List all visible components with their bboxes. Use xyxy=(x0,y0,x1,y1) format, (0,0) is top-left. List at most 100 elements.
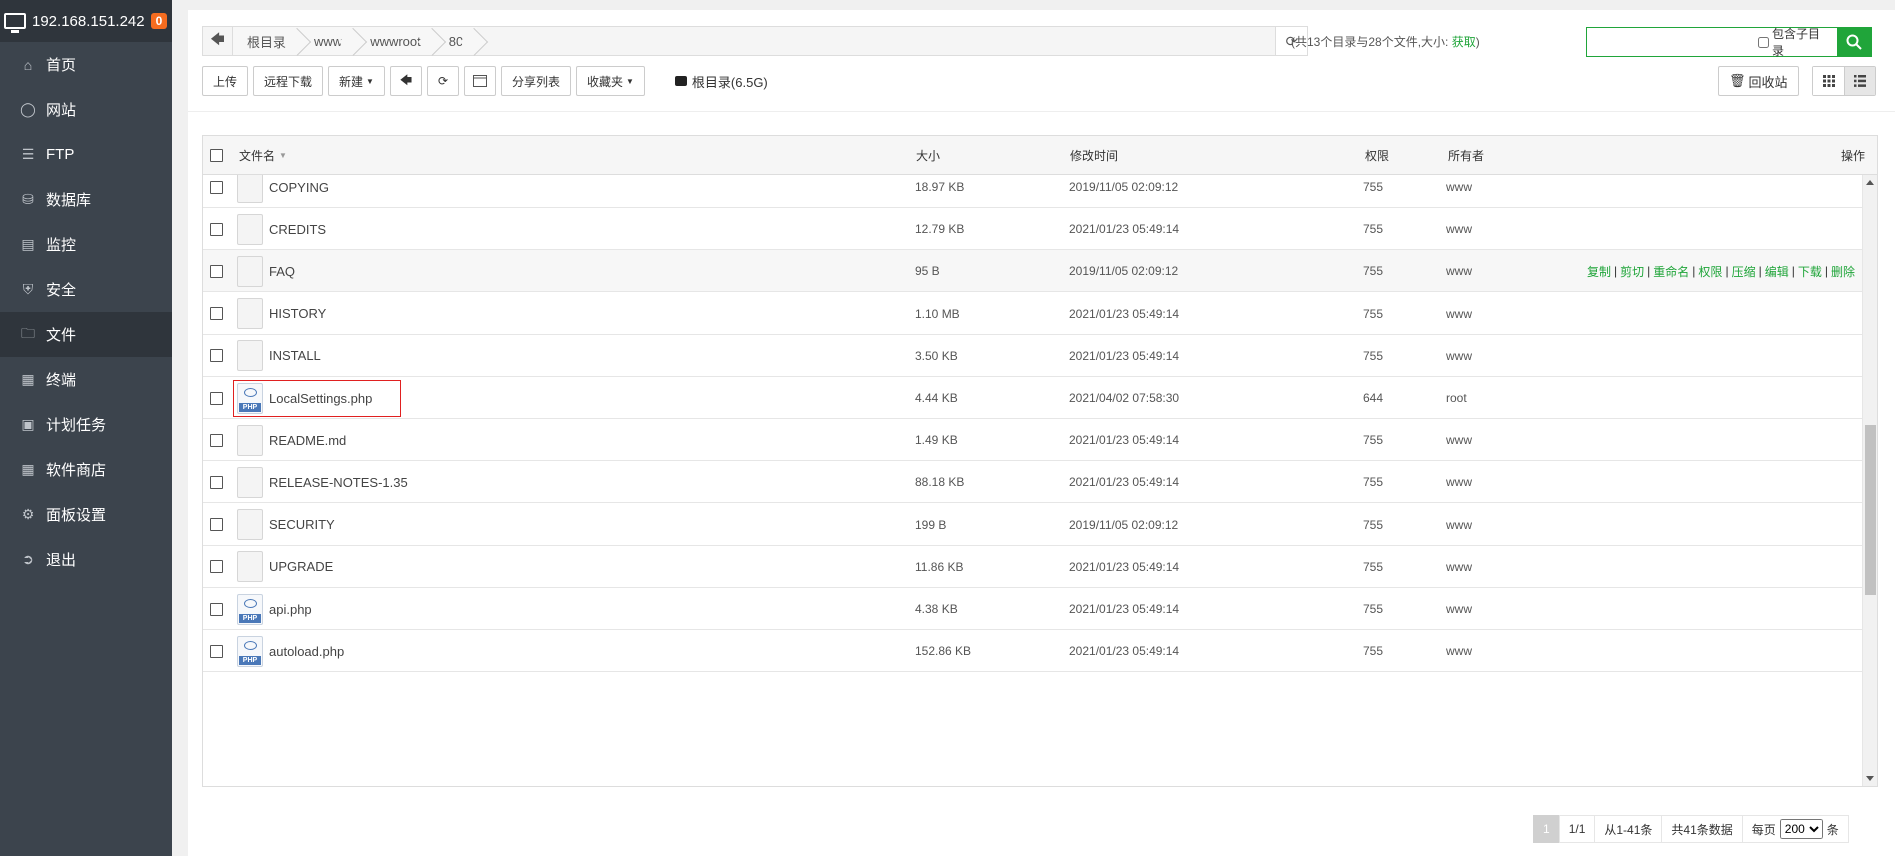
table-row[interactable]: FAQ 95 B 2019/11/05 02:09:12 755 www 复制 | 剪切 | 重命… xyxy=(203,250,1863,293)
recycle-bin-button[interactable]: 🗑 回收站 xyxy=(1718,66,1799,96)
back-button[interactable]: 🡄 xyxy=(389,66,422,96)
header-owner[interactable]: 所有者 xyxy=(1448,136,1484,175)
table-row[interactable]: INSTALL 3.50 KB 2021/01/23 05:49:14 755 www xyxy=(203,335,1863,377)
sidebar-item-8[interactable]: ▣ 计划任务 xyxy=(0,402,172,447)
file-name[interactable]: CREDITS xyxy=(269,222,326,237)
row-action-6[interactable]: 下载 xyxy=(1798,263,1822,280)
scroll-thumb[interactable] xyxy=(1865,425,1876,595)
terminal-button[interactable] xyxy=(463,66,496,96)
file-perm[interactable]: 755 xyxy=(1363,419,1383,461)
file-name[interactable]: autoload.php xyxy=(269,644,344,659)
breadcrumb-item[interactable]: wwwroot xyxy=(356,27,435,55)
row-action-3[interactable]: 权限 xyxy=(1698,263,1722,280)
table-row[interactable]: PHP api.php 4.38 KB 2021/01/23 05:49:14 755 w… xyxy=(203,588,1863,630)
sidebar-item-3[interactable]: ⛁ 数据库 xyxy=(0,177,172,222)
file-owner[interactable]: www xyxy=(1446,293,1472,335)
upload-button[interactable]: 上传 xyxy=(202,66,249,96)
file-owner[interactable]: www xyxy=(1446,630,1472,672)
row-checkbox[interactable] xyxy=(210,391,223,405)
row-action-5[interactable]: 编辑 xyxy=(1765,263,1789,280)
row-checkbox[interactable] xyxy=(210,518,223,532)
file-name[interactable]: INSTALL xyxy=(269,348,321,363)
row-action-4[interactable]: 压缩 xyxy=(1732,263,1756,280)
sidebar-item-1[interactable]: ◯ 网站 xyxy=(0,87,172,132)
page-current[interactable]: 1 xyxy=(1533,815,1560,843)
row-checkbox[interactable] xyxy=(210,180,223,194)
row-checkbox[interactable] xyxy=(210,222,223,236)
row-checkbox[interactable] xyxy=(210,264,223,278)
file-perm[interactable]: 755 xyxy=(1363,546,1383,588)
disk-selector[interactable]: 根目录(6.5G) xyxy=(674,72,768,91)
row-checkbox[interactable] xyxy=(210,349,223,363)
sidebar-item-9[interactable]: ▦ 软件商店 xyxy=(0,447,172,492)
sidebar-item-6[interactable]: 🗀 文件 xyxy=(0,312,172,357)
file-name[interactable]: UPGRADE xyxy=(269,559,333,574)
file-name[interactable]: README.md xyxy=(269,433,346,448)
file-owner[interactable]: www xyxy=(1446,175,1472,208)
file-perm[interactable]: 755 xyxy=(1363,461,1383,503)
include-subdir-checkbox[interactable] xyxy=(1758,36,1769,48)
table-row[interactable]: PHP LocalSettings.php 4.44 KB 2021/04/02 07… xyxy=(203,377,1863,419)
table-scrollbar[interactable] xyxy=(1862,175,1877,786)
file-owner[interactable]: www xyxy=(1446,461,1472,503)
sidebar-item-10[interactable]: ⚙ 面板设置 xyxy=(0,492,172,537)
table-row[interactable]: COPYING 18.97 KB 2019/11/05 02:09:12 755 www xyxy=(203,175,1863,208)
file-perm[interactable]: 755 xyxy=(1363,504,1383,546)
row-checkbox[interactable] xyxy=(210,602,223,616)
table-row[interactable]: CREDITS 12.79 KB 2021/01/23 05:49:14 755 www xyxy=(203,208,1863,251)
header-size[interactable]: 大小 xyxy=(916,136,940,175)
per-page-select[interactable]: 200 xyxy=(1779,819,1823,839)
file-perm[interactable]: 755 xyxy=(1363,293,1383,335)
file-owner[interactable]: www xyxy=(1446,588,1472,630)
file-perm[interactable]: 755 xyxy=(1363,630,1383,672)
sidebar-item-2[interactable]: ☰ FTP xyxy=(0,132,172,177)
header-mtime[interactable]: 修改时间 xyxy=(1070,136,1118,175)
table-row[interactable]: UPGRADE 11.86 KB 2021/01/23 05:49:14 755 www xyxy=(203,546,1863,588)
list-view-button[interactable] xyxy=(1844,67,1875,95)
sidebar-item-5[interactable]: ⛨ 安全 xyxy=(0,267,172,312)
sidebar-item-11[interactable]: ➲ 退出 xyxy=(0,537,172,582)
file-perm[interactable]: 755 xyxy=(1363,335,1383,377)
row-checkbox[interactable] xyxy=(210,475,223,489)
sidebar-item-0[interactable]: ⌂ 首页 xyxy=(0,42,172,87)
file-owner[interactable]: root xyxy=(1446,377,1467,419)
file-owner[interactable]: www xyxy=(1446,208,1472,250)
scroll-up-icon[interactable] xyxy=(1866,180,1874,185)
get-size-link[interactable]: 获取 xyxy=(1452,35,1476,49)
row-checkbox[interactable] xyxy=(210,433,223,447)
file-name[interactable]: RELEASE-NOTES-1.35 xyxy=(269,475,408,490)
table-row[interactable]: PHP autoload.php 152.86 KB 2021/01/23 05:49… xyxy=(203,630,1863,673)
notification-badge[interactable]: 0 xyxy=(150,13,168,29)
path-back-button[interactable]: 🡄 xyxy=(203,27,233,55)
file-name[interactable]: SECURITY xyxy=(269,517,335,532)
file-perm[interactable]: 755 xyxy=(1363,588,1383,630)
table-row[interactable]: HISTORY 1.10 MB 2021/01/23 05:49:14 755 www xyxy=(203,293,1863,335)
grid-view-button[interactable] xyxy=(1813,67,1844,95)
file-perm[interactable]: 755 xyxy=(1363,208,1383,250)
table-row[interactable]: RELEASE-NOTES-1.35 88.18 KB 2021/01/23 05:… xyxy=(203,461,1863,504)
sidebar-item-7[interactable]: ▦ 终端 xyxy=(0,357,172,402)
file-owner[interactable]: www xyxy=(1446,546,1472,588)
file-name[interactable]: FAQ xyxy=(269,264,295,279)
row-action-2[interactable]: 重命名 xyxy=(1653,263,1689,280)
file-perm[interactable]: 644 xyxy=(1363,377,1383,419)
sidebar-item-4[interactable]: ▤ 监控 xyxy=(0,222,172,267)
include-subdir[interactable]: 包含子目录 xyxy=(1758,27,1837,58)
search-button[interactable] xyxy=(1836,28,1871,56)
table-row[interactable]: SECURITY 199 B 2019/11/05 02:09:12 755 www xyxy=(203,504,1863,546)
scroll-down-icon[interactable] xyxy=(1866,776,1874,781)
file-perm[interactable]: 755 xyxy=(1363,175,1383,208)
refresh-button[interactable]: ⟳ xyxy=(426,66,459,96)
row-action-0[interactable]: 复制 xyxy=(1587,263,1611,280)
row-action-7[interactable]: 删除 xyxy=(1831,263,1855,280)
row-action-1[interactable]: 剪切 xyxy=(1620,263,1644,280)
path-input-area[interactable] xyxy=(477,27,1275,55)
file-perm[interactable]: 755 xyxy=(1363,250,1383,292)
file-owner[interactable]: www xyxy=(1446,504,1472,546)
share-list-button[interactable]: 分享列表 xyxy=(500,66,571,96)
favorites-button[interactable]: 收藏夹 ▼ xyxy=(575,66,645,96)
new-button[interactable]: 新建 ▼ xyxy=(328,66,385,96)
file-owner[interactable]: www xyxy=(1446,250,1472,292)
file-name[interactable]: api.php xyxy=(269,602,312,617)
remote-download-button[interactable]: 远程下载 xyxy=(253,66,324,96)
